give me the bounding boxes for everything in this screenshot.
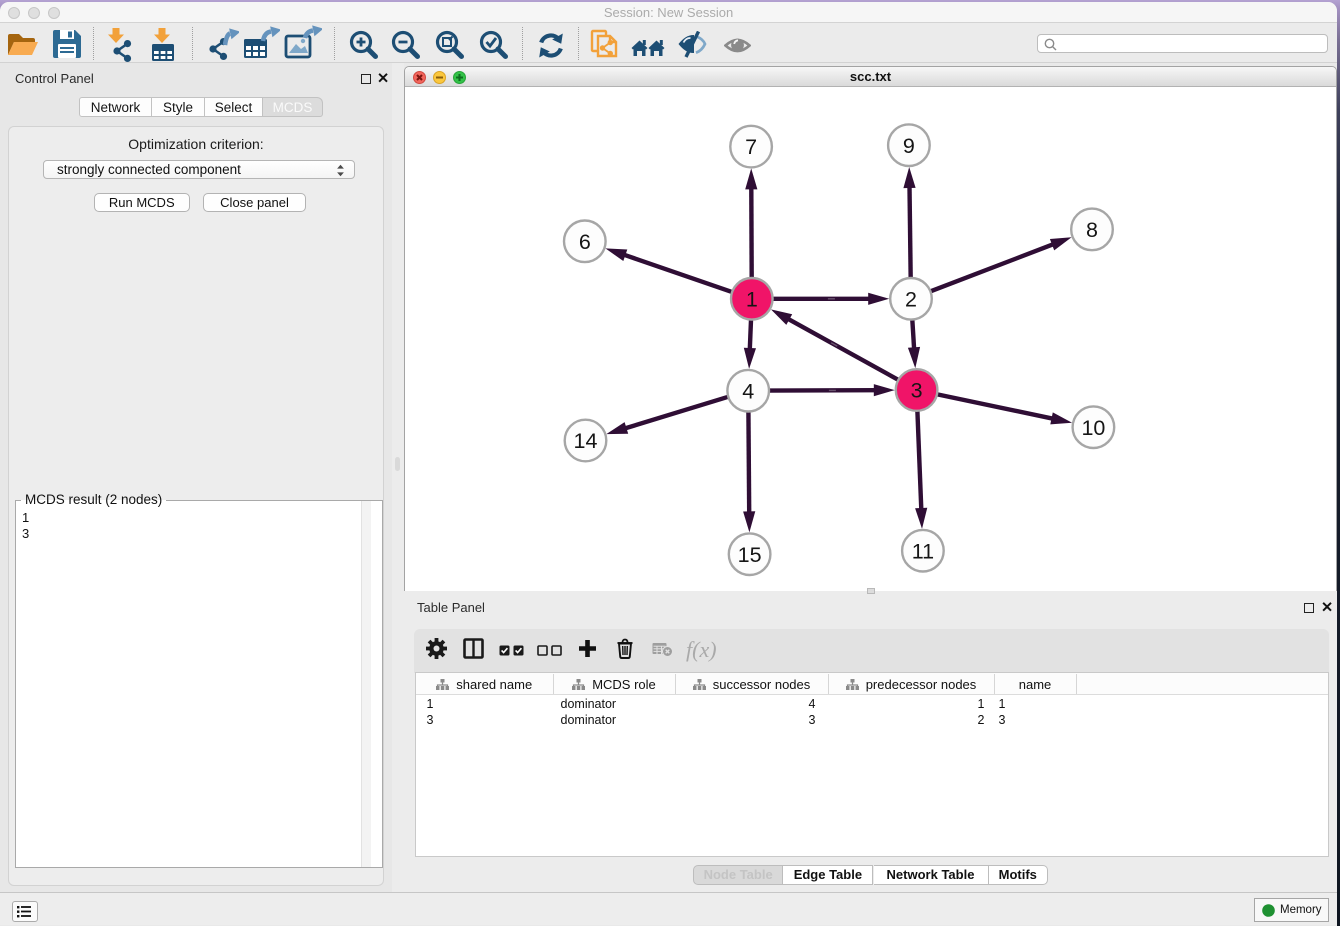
svg-text:1: 1 (746, 287, 758, 311)
svg-text:14: 14 (574, 429, 598, 453)
svg-text:6: 6 (579, 229, 591, 253)
svg-text:8: 8 (1086, 218, 1098, 242)
svg-text:10: 10 (1081, 415, 1105, 439)
svg-text:3: 3 (911, 378, 923, 402)
svg-text:15: 15 (738, 542, 762, 566)
svg-text:7: 7 (745, 135, 757, 159)
svg-text:4: 4 (742, 379, 754, 403)
svg-text:9: 9 (903, 133, 915, 157)
svg-text:11: 11 (912, 539, 934, 563)
svg-text:2: 2 (905, 287, 917, 311)
